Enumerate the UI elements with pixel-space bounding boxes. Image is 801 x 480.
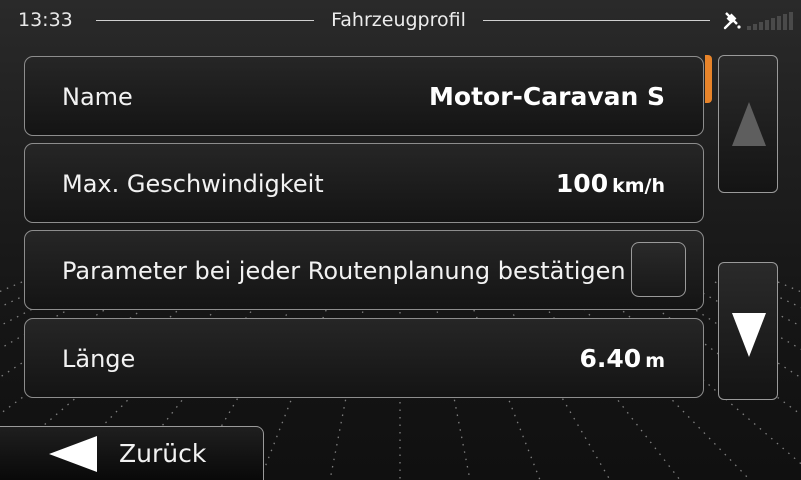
- clock: 13:33: [18, 9, 73, 31]
- vehicle-name-value: Motor-Caravan S: [429, 82, 665, 111]
- floor-grid-line: [777, 281, 801, 293]
- vehicle-length-row[interactable]: Länge 6.40 m: [24, 318, 704, 398]
- vehicle-length-unit: m: [645, 350, 665, 372]
- vehicle-name-row[interactable]: Name Motor-Caravan S: [24, 56, 704, 136]
- status-bar: 13:33 Fahrzeugprofil: [0, 0, 801, 40]
- max-speed-row[interactable]: Max. Geschwindigkeit 100 km/h: [24, 143, 704, 223]
- scroll-down-button[interactable]: [718, 262, 778, 400]
- confirm-parameters-label: Parameter bei jeder Routenplanung bestät…: [62, 257, 626, 285]
- scroll-up-button[interactable]: [718, 55, 778, 193]
- gps-icon: [723, 12, 741, 30]
- back-button[interactable]: Zurück: [0, 426, 264, 480]
- screen-title: Fahrzeugprofil: [331, 9, 466, 31]
- max-speed-unit: km/h: [612, 175, 665, 197]
- max-speed-value: 100 km/h: [556, 169, 665, 198]
- back-button-label: Zurück: [119, 439, 207, 468]
- vehicle-name-label: Name: [62, 83, 133, 111]
- vehicle-length-number: 6.40: [579, 344, 642, 373]
- vehicle-name-text: Motor-Caravan S: [429, 82, 665, 111]
- confirm-parameters-row[interactable]: Parameter bei jeder Routenplanung bestät…: [24, 230, 704, 310]
- arrow-up-icon: [732, 102, 766, 146]
- arrow-down-icon: [732, 313, 766, 357]
- vehicle-length-value: 6.40 m: [580, 344, 666, 373]
- max-speed-number: 100: [555, 169, 609, 198]
- max-speed-label: Max. Geschwindigkeit: [62, 170, 324, 198]
- signal-strength-icon: [747, 12, 793, 30]
- title-divider-right: [483, 20, 710, 21]
- arrow-left-icon: [49, 436, 97, 472]
- scroll-position-indicator: [705, 55, 712, 103]
- vehicle-length-label: Länge: [62, 345, 136, 373]
- confirm-parameters-checkbox[interactable]: [631, 242, 686, 297]
- screen: 13:33 Fahrzeugprofil Name Motor-Caravan …: [0, 0, 801, 480]
- title-divider-left: [96, 20, 314, 21]
